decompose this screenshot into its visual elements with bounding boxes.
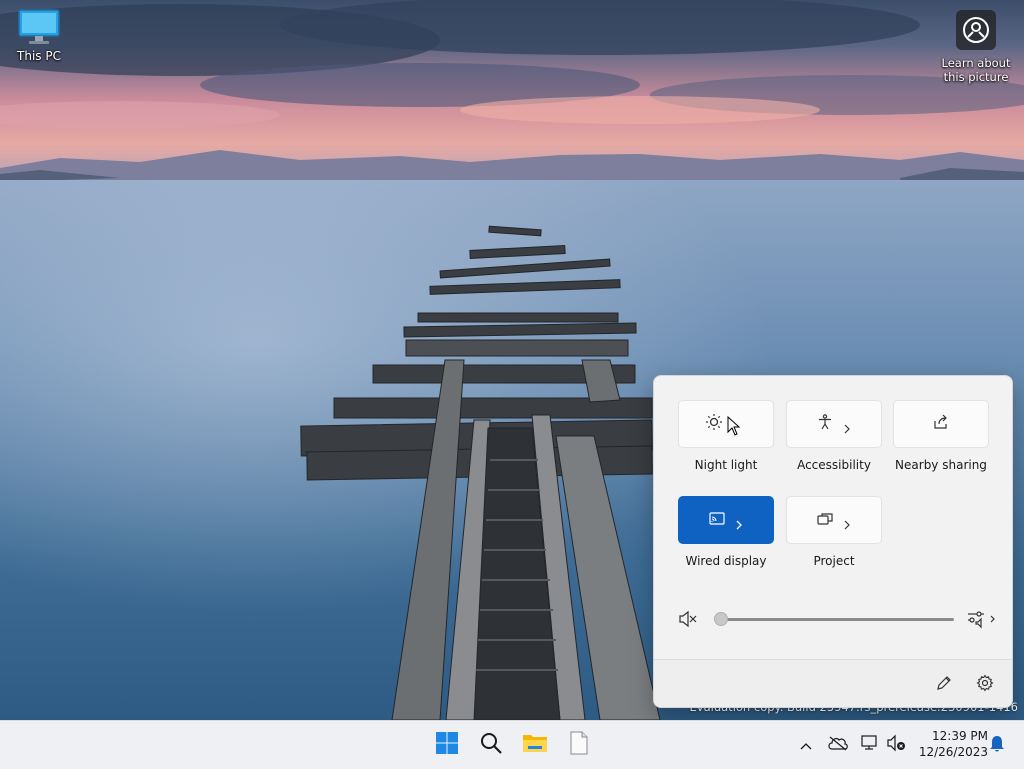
volume-row [678, 608, 998, 630]
onedrive-offline-icon [827, 735, 849, 755]
tile-accessibility: Accessibility [786, 400, 882, 472]
cast-display-icon [709, 511, 725, 530]
chevron-right-icon [843, 419, 851, 434]
notifications-button[interactable] [985, 733, 1009, 757]
taskbar: 12:39 PM 12/26/2023 [0, 720, 1024, 769]
desktop-icon-label: This PC [17, 49, 61, 63]
tile-nearby-sharing: Nearby sharing [893, 400, 989, 472]
camera-info-icon [956, 10, 996, 50]
tile-label: Accessibility [797, 458, 871, 472]
document-icon [568, 731, 590, 759]
tile-wired-display: Wired display [678, 496, 774, 568]
network-status-button[interactable] [858, 733, 882, 757]
share-icon [933, 414, 949, 434]
speaker-muted-icon[interactable] [678, 609, 698, 633]
file-explorer-button[interactable] [519, 729, 551, 761]
notepad-button[interactable] [563, 729, 595, 761]
quick-settings-flyout: Night light Accessibility Nearby sharing… [653, 375, 1013, 708]
search-button[interactable] [475, 729, 507, 761]
network-display-icon [860, 734, 880, 756]
volume-tray-button[interactable] [884, 733, 908, 757]
wired-display-button[interactable] [678, 496, 774, 544]
show-hidden-icons-button[interactable] [794, 733, 818, 757]
clock[interactable]: 12:39 PM 12/26/2023 [912, 728, 988, 760]
project-button[interactable] [786, 496, 882, 544]
computer-monitor-icon [18, 8, 60, 46]
brightness-sun-icon [705, 413, 723, 435]
windows-logo-icon [435, 731, 459, 759]
learn-label-line1: Learn about [941, 56, 1011, 70]
volume-slider-track[interactable] [722, 618, 954, 621]
start-button[interactable] [431, 729, 463, 761]
tile-label: Nearby sharing [895, 458, 987, 472]
learn-label-line2: this picture [943, 70, 1009, 84]
clock-date: 12/26/2023 [918, 745, 988, 759]
tile-project: Project [786, 496, 882, 568]
pencil-icon[interactable] [935, 674, 953, 696]
onedrive-button[interactable] [826, 733, 850, 757]
volume-slider-thumb[interactable] [714, 612, 728, 626]
clock-time: 12:39 PM [932, 729, 988, 743]
chevron-right-icon [843, 515, 851, 530]
mouse-cursor-icon [727, 415, 741, 440]
tile-night-light: Night light [678, 400, 774, 472]
accessibility-person-icon [817, 414, 833, 434]
bell-icon [989, 734, 1005, 756]
quick-settings-footer [654, 659, 1012, 707]
night-light-toggle[interactable] [678, 400, 774, 448]
tile-label: Wired display [685, 554, 767, 568]
chevron-right-icon [735, 515, 743, 530]
chevron-up-icon [800, 736, 812, 755]
tile-label: Project [813, 554, 855, 568]
folder-icon [522, 731, 548, 759]
desktop-icon-this-pc[interactable]: This PC [8, 8, 70, 63]
audio-mixer-icon[interactable] [966, 609, 998, 633]
nearby-sharing-toggle[interactable] [893, 400, 989, 448]
volume-muted-icon [886, 734, 906, 756]
project-screens-icon [817, 511, 833, 530]
learn-about-picture[interactable]: Learn about this picture [938, 10, 1014, 84]
accessibility-button[interactable] [786, 400, 882, 448]
tile-label: Night light [694, 458, 758, 472]
search-icon [479, 731, 503, 759]
gear-icon[interactable] [976, 674, 994, 696]
